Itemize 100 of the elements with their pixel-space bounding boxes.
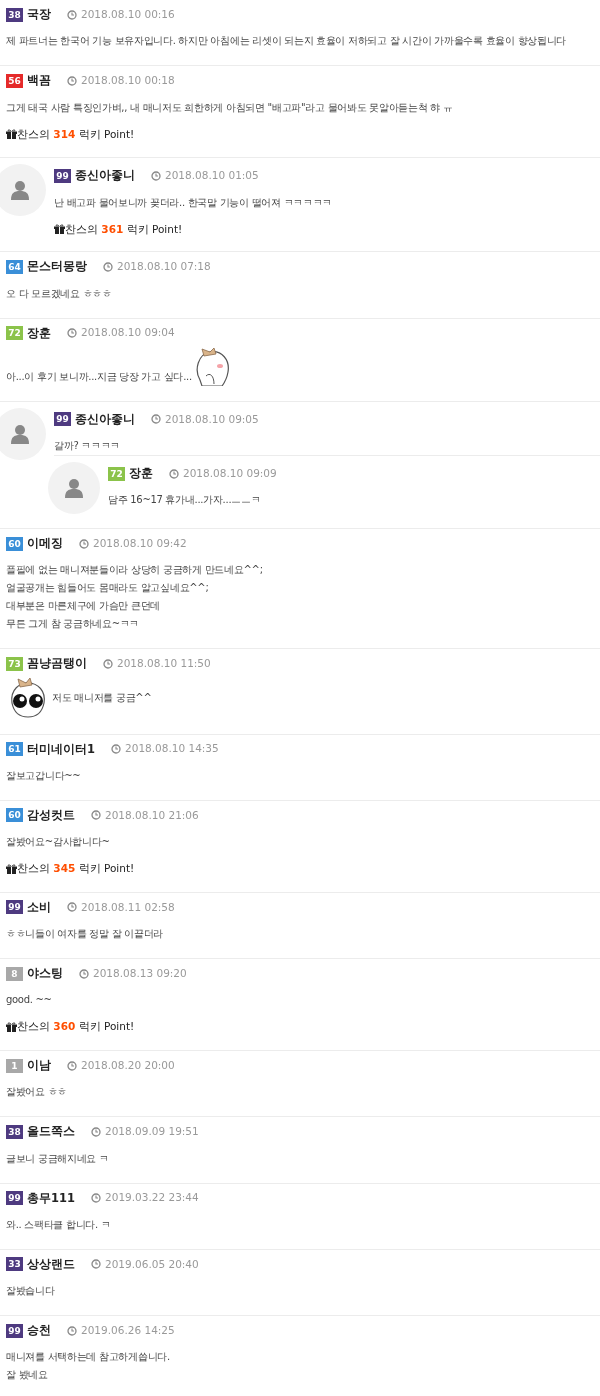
clock-icon xyxy=(79,968,89,979)
clock-icon xyxy=(67,1060,77,1071)
clock-icon xyxy=(103,658,113,669)
level-badge: 99 xyxy=(54,168,71,183)
clock-icon xyxy=(91,1259,101,1270)
user-name[interactable]: 종신아좋니 xyxy=(75,167,135,185)
comment-text: 대부분은 마른체구에 가슴만 큰던데 xyxy=(6,599,162,614)
clock-icon xyxy=(67,902,77,913)
comment-time: 2019.06.05 20:40 xyxy=(105,1256,199,1272)
comment-time: 2018.08.10 00:16 xyxy=(81,6,175,22)
comment-text: good. ~~ xyxy=(6,993,52,1008)
level-badge: 99 xyxy=(6,900,23,915)
user-name[interactable]: 이남 xyxy=(27,1057,51,1075)
level-badge: 60 xyxy=(6,808,23,823)
lucky-point-text: 찬스의 314 럭키 Point! xyxy=(17,126,135,142)
user-name[interactable]: 감성컷트 xyxy=(27,806,75,824)
comment-text: 그게 태국 사람 특징인가벼,, 내 매니저도 희한하게 아침되면 "배고파"라고 물어봐도 못알아듣는척 햐 ㅠ xyxy=(6,100,453,115)
user-name[interactable]: 종신아좋니 xyxy=(75,410,135,428)
clock-icon xyxy=(91,1193,101,1204)
user-name[interactable]: 상상랜드 xyxy=(27,1255,75,1273)
comment-text: 난 배고파 물어보니까 꽂더라.. 한국말 기능이 떨어져 ㅋㅋㅋㅋㅋ xyxy=(54,195,333,210)
comment-time: 2018.08.10 07:18 xyxy=(117,259,211,274)
comment-text: ㅎㅎ니들이 여자를 정말 잘 이끝더라 xyxy=(6,927,163,941)
clock-icon xyxy=(91,1126,101,1137)
comment-text: 잘보고갑니다~~ xyxy=(6,768,81,783)
user-name[interactable]: 장훈 xyxy=(129,465,153,483)
clock-icon xyxy=(151,414,161,425)
comment-text: 와.. 스팩타클 합니다. ㅋ xyxy=(6,1217,111,1232)
gift-icon xyxy=(6,129,17,140)
clock-icon xyxy=(151,170,161,181)
clock-icon xyxy=(67,75,77,86)
comment-time: 2018.08.13 09:20 xyxy=(93,965,187,981)
comment-text: 잘봤어요 ㅎㅎ xyxy=(6,1085,68,1100)
comment-text: 갈까? ㅋㅋㅋㅋ xyxy=(54,439,121,453)
comment-text: 아...이 후기 보니까...지금 당장 가고 싶다... xyxy=(6,369,192,384)
lucky-point-text: 찬스의 360 럭키 Point! xyxy=(17,1019,135,1035)
level-badge: 33 xyxy=(6,1257,23,1272)
clock-icon xyxy=(67,9,77,20)
comment-time: 2019.03.22 23:44 xyxy=(105,1190,199,1206)
comment-text: 저도 매니저를 궁금^^ xyxy=(52,690,152,705)
level-badge: 99 xyxy=(6,1191,23,1206)
user-name[interactable]: 소비 xyxy=(27,898,51,916)
comment-text: 잘 봤네요 xyxy=(6,1368,49,1383)
comment-time: 2018.08.10 14:35 xyxy=(125,741,219,757)
comment-text: 플필에 없는 매니져분들이라 상당히 궁금하게 만드네요^^; xyxy=(6,563,263,578)
level-badge: 64 xyxy=(6,259,23,274)
clock-icon xyxy=(111,744,121,755)
comment-text: 제 파트너는 한국어 기능 보유자입니다. 하지만 아침에는 리셋이 되는지 효율이 저하되고 잘 시간이 가까울수록 효율이 향상됩니다 xyxy=(6,34,567,49)
clock-icon xyxy=(91,810,101,821)
comment-text: 잘봤어요~감사합니다~ xyxy=(6,835,110,849)
gift-icon xyxy=(6,1022,17,1033)
comment-time: 2019.06.26 14:25 xyxy=(81,1322,175,1338)
comment-time: 2018.08.10 00:18 xyxy=(81,73,175,88)
person-icon xyxy=(10,423,30,444)
comment-time: 2018.08.20 20:00 xyxy=(81,1057,175,1073)
user-name[interactable]: 승천 xyxy=(27,1322,51,1340)
level-badge: 60 xyxy=(6,536,23,551)
gift-icon xyxy=(6,863,17,874)
comment-text: 오 다 모르겠네요 ㅎㅎㅎ xyxy=(6,286,112,301)
comment-text: 글보니 궁금해지네요 ㅋ xyxy=(6,1151,109,1166)
user-name[interactable]: 터미네이터1 xyxy=(27,740,95,758)
person-icon xyxy=(64,478,84,498)
user-name[interactable]: 꼼냥곰탱이 xyxy=(27,655,87,673)
level-badge: 61 xyxy=(6,742,23,757)
gift-icon xyxy=(54,224,65,235)
comment-time: 2018.08.10 11:50 xyxy=(117,656,211,671)
clock-icon xyxy=(67,1325,77,1336)
person-icon xyxy=(10,180,30,201)
comment-time: 2018.08.10 09:42 xyxy=(93,535,187,551)
level-badge: 56 xyxy=(6,73,23,88)
level-badge: 38 xyxy=(6,7,23,22)
user-name[interactable]: 야스팅 xyxy=(27,965,63,983)
comment-time: 2018.08.10 09:04 xyxy=(81,325,175,341)
user-name[interactable]: 국장 xyxy=(27,6,51,24)
lucky-point-text: 찬스의 361 럭키 Point! xyxy=(65,221,183,237)
user-name[interactable]: 백꼼 xyxy=(27,72,51,90)
level-badge: 8 xyxy=(6,966,23,981)
user-name[interactable]: 장훈 xyxy=(27,324,51,342)
clock-icon xyxy=(169,468,179,479)
level-badge: 99 xyxy=(54,412,71,427)
comment-time: 2018.08.10 09:09 xyxy=(183,465,277,481)
clock-icon xyxy=(103,261,113,272)
level-badge: 38 xyxy=(6,1124,23,1139)
comment-time: 2018.08.10 01:05 xyxy=(165,168,259,183)
clock-icon xyxy=(79,538,89,549)
comment-text: 얼굴공개는 힘들어도 몸매라도 알고싶네요^^; xyxy=(6,581,210,596)
user-name[interactable]: 몬스터몽랑 xyxy=(27,258,87,276)
comment-text: 담주 16~17 휴가내...가자...ㅡㅡㅋ xyxy=(108,493,261,508)
user-name[interactable]: 이메징 xyxy=(27,535,63,553)
level-badge: 73 xyxy=(6,656,23,671)
comment-time: 2018.08.11 02:58 xyxy=(81,899,175,915)
user-name[interactable]: 총무111 xyxy=(27,1189,75,1207)
user-name[interactable]: 올드쪽스 xyxy=(27,1123,75,1141)
comment-text: 무튼 그게 참 궁금하네요~ㅋㅋ xyxy=(6,617,141,632)
comment-time: 2018.09.09 19:51 xyxy=(105,1124,199,1139)
comment-text: 매니져를 서택하는데 참고하게씁니다. xyxy=(6,1350,170,1365)
lucky-point-text: 찬스의 345 럭키 Point! xyxy=(17,861,135,876)
level-badge: 72 xyxy=(108,466,125,481)
level-badge: 1 xyxy=(6,1058,23,1073)
comment-time: 2018.08.10 09:05 xyxy=(165,411,259,427)
